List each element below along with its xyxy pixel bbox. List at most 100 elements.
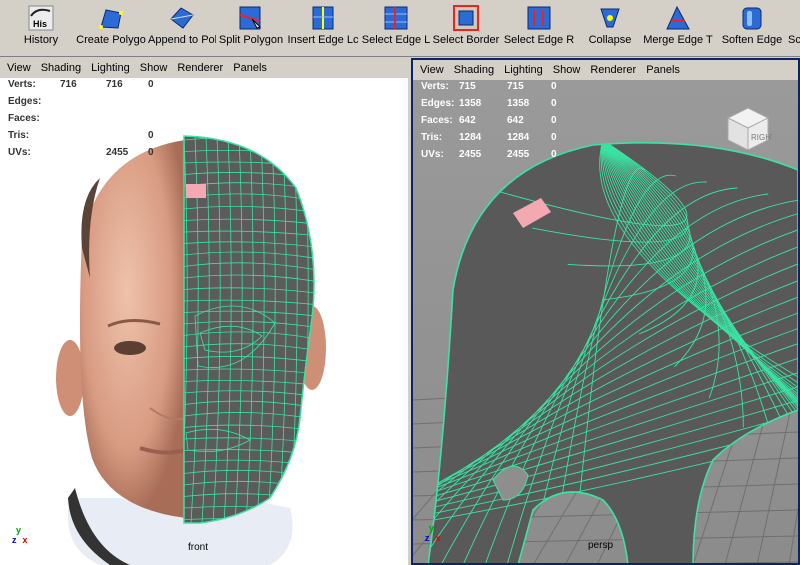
- persp-view-panel[interactable]: View Shading Lighting Show Renderer Pane…: [411, 58, 800, 565]
- select-edge-ring-icon: [527, 6, 551, 30]
- hud-label: UVs:: [8, 147, 31, 158]
- hud-label: Tris:: [421, 132, 443, 143]
- hud-value: 0: [551, 98, 557, 109]
- axis-x-label: x: [435, 533, 441, 543]
- front-camera-label: front: [188, 542, 209, 553]
- front-view-panel[interactable]: View Shading Lighting Show Renderer Pane…: [0, 58, 408, 565]
- persp-camera-label: persp: [588, 540, 614, 551]
- split-polygon-button[interactable]: Split Polygon: [217, 3, 285, 53]
- svg-text:RIGHT: RIGHT: [751, 133, 772, 142]
- eye-shape: [114, 341, 146, 355]
- hud-label: Faces:: [421, 115, 453, 126]
- create-polygon-icon: [99, 9, 123, 29]
- history-icon: His: [28, 5, 54, 31]
- hud-value: 0: [551, 115, 557, 126]
- split-polygon-label: Split Polygon: [218, 34, 284, 46]
- axis-y-label: y: [16, 525, 22, 535]
- persp-menu-lighting[interactable]: Lighting: [504, 64, 543, 76]
- view-cube-icon[interactable]: RIGHT: [724, 104, 772, 152]
- insert-edge-loop-label: Insert Edge Lc: [287, 34, 359, 46]
- front-menu-shading[interactable]: Shading: [41, 62, 81, 74]
- insert-edge-loop-icon: [312, 6, 334, 30]
- axis-x-label: x: [22, 535, 28, 545]
- hud-value: 0: [148, 147, 154, 158]
- front-reference-render: [56, 135, 326, 565]
- front-menu-lighting[interactable]: Lighting: [91, 62, 130, 74]
- hud-value: 642: [507, 115, 524, 126]
- soften-edge-icon: [742, 7, 762, 30]
- soften-edge-button[interactable]: Soften Edge: [717, 3, 787, 53]
- hud-value: 715: [507, 81, 524, 92]
- hud-value: 1284: [459, 132, 482, 143]
- front-panel-menubar: View Shading Lighting Show Renderer Pane…: [0, 58, 408, 78]
- axis-y-label: y: [429, 523, 435, 533]
- hud-value: 2455: [507, 149, 530, 160]
- hud-value: 2455: [106, 147, 129, 158]
- front-menu-view[interactable]: View: [7, 62, 31, 74]
- persp-menu-view[interactable]: View: [420, 64, 444, 76]
- hud-label: UVs:: [421, 149, 444, 160]
- create-polygon-label: Create Polygo: [76, 34, 146, 46]
- select-edge-ring-button[interactable]: Select Edge R: [503, 3, 575, 53]
- persp-viewport[interactable]: RIGHT Verts: 715 715 0 Edges: 1358 1358 …: [413, 80, 798, 563]
- create-polygon-button[interactable]: Create Polygo: [74, 3, 148, 53]
- front-menu-renderer[interactable]: Renderer: [177, 62, 223, 74]
- select-edge-loop-icon: [384, 6, 408, 30]
- select-border-label: Select Border: [432, 34, 500, 46]
- persp-axis-indicator: y zx: [425, 523, 441, 543]
- select-border-button[interactable]: Select Border: [431, 3, 501, 53]
- hud-label: Faces:: [8, 113, 40, 124]
- persp-menu-renderer[interactable]: Renderer: [590, 64, 636, 76]
- hud-label: Edges:: [8, 96, 42, 107]
- svg-text:His: His: [33, 19, 47, 29]
- front-menu-show[interactable]: Show: [140, 62, 168, 74]
- merge-edge-icon: [666, 5, 690, 30]
- front-axis-indicator: y zx: [12, 525, 28, 545]
- persp-panel-menubar: View Shading Lighting Show Renderer Pane…: [413, 60, 798, 80]
- collapse-button[interactable]: Collapse: [581, 3, 639, 53]
- insert-edge-loop-button[interactable]: Insert Edge Lc: [286, 3, 360, 53]
- soften-edge-label: Soften Edge: [721, 34, 783, 46]
- persp-menu-shading[interactable]: Shading: [454, 64, 494, 76]
- append-polygon-icon: [170, 7, 194, 29]
- hud-value: 642: [459, 115, 476, 126]
- hud-value: 0: [148, 79, 154, 90]
- hud-value: 1358: [507, 98, 530, 109]
- merge-edge-tool-button[interactable]: Merge Edge T: [642, 3, 714, 53]
- select-edge-ring-label: Select Edge R: [503, 34, 575, 46]
- history-button[interactable]: His History: [12, 3, 70, 53]
- hud-label: Verts:: [8, 79, 36, 90]
- hud-label: Edges:: [421, 98, 455, 109]
- append-to-polygon-label: Append to Pol: [148, 34, 216, 46]
- persp-menu-show[interactable]: Show: [553, 64, 581, 76]
- select-border-icon: [453, 5, 479, 31]
- select-edge-loop-button[interactable]: Select Edge L: [361, 3, 431, 53]
- front-selected-face: [186, 184, 206, 198]
- history-label: History: [23, 34, 59, 46]
- hud-value: 0: [551, 132, 557, 143]
- hud-value: 716: [60, 79, 77, 90]
- merge-edge-tool-label: Merge Edge T: [643, 34, 713, 46]
- hud-value: 715: [459, 81, 476, 92]
- hud-value: 0: [551, 149, 557, 160]
- shelf-overflow-button[interactable]: Sc: [788, 3, 800, 53]
- front-viewport[interactable]: Verts: 716 716 0 Edges: Faces: Tris: 0 U…: [0, 78, 408, 565]
- persp-menu-panels[interactable]: Panels: [646, 64, 680, 76]
- hud-value: 0: [551, 81, 557, 92]
- front-menu-panels[interactable]: Panels: [233, 62, 267, 74]
- split-polygon-icon: [239, 6, 261, 30]
- hud-value: 2455: [459, 149, 482, 160]
- hud-value: 0: [148, 130, 154, 141]
- select-edge-loop-label: Select Edge L: [361, 34, 431, 46]
- append-to-polygon-button[interactable]: Append to Pol: [148, 3, 216, 53]
- polygon-shelf: His History Create Polygo Append to Pol …: [0, 0, 800, 57]
- collapse-label: Collapse: [588, 34, 632, 46]
- shelf-overflow-label: Sc: [788, 34, 800, 46]
- hud-label: Verts:: [421, 81, 449, 92]
- hud-value: 1284: [507, 132, 530, 143]
- face-photo-half: [79, 140, 185, 518]
- ear-shape: [56, 340, 84, 416]
- axis-z-label: z: [12, 535, 17, 545]
- collapse-icon: [600, 8, 620, 28]
- hud-value: 716: [106, 79, 123, 90]
